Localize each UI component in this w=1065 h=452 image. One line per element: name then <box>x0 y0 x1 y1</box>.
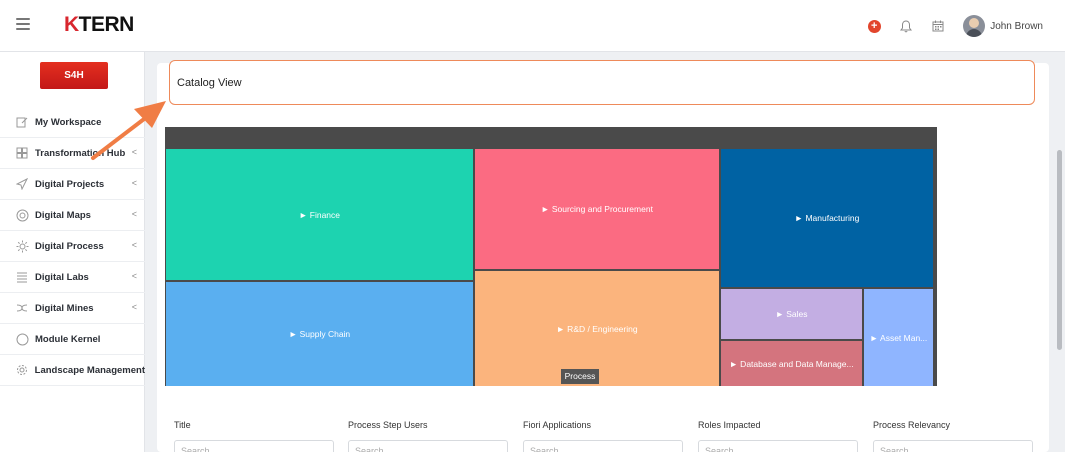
menu-icon[interactable] <box>16 18 30 30</box>
filter-fiori-applications: Fiori Applications <box>523 420 683 452</box>
sun-icon <box>15 239 29 253</box>
filter-label: Process Step Users <box>348 420 428 430</box>
sidebar-nav: My Workspace Transformation Hub < Digita… <box>0 107 145 386</box>
process-step-users-search-input[interactable] <box>348 440 508 452</box>
filter-process-step-users: Process Step Users <box>348 420 508 452</box>
page-title: Catalog View <box>177 77 242 89</box>
tile-supply-chain[interactable]: ► Supply Chain <box>166 282 473 386</box>
sidebar-item-label: Digital Mines <box>35 302 94 314</box>
tile-label: ► Asset Man... <box>869 332 928 343</box>
edit-icon <box>15 115 29 129</box>
sidebar-item-digital-maps[interactable]: Digital Maps < <box>0 200 145 231</box>
tile-label: ► Manufacturing <box>794 213 860 223</box>
add-icon[interactable]: + <box>863 15 885 37</box>
filter-label: Fiori Applications <box>523 420 592 430</box>
sidebar-item-transformation-hub[interactable]: Transformation Hub < <box>0 138 145 169</box>
ktern-logo[interactable]: KTERN <box>64 13 134 37</box>
chevron-left-icon: < <box>131 240 137 250</box>
sidebar-item-digital-mines[interactable]: Digital Mines < <box>0 293 145 324</box>
fiori-applications-search-input[interactable] <box>523 440 683 452</box>
avatar[interactable] <box>963 15 986 37</box>
sidebar-item-landscape-management[interactable]: Landscape Management <box>0 355 145 386</box>
sidebar-item-label: Digital Labs <box>35 271 89 283</box>
sidebar-item-label: Landscape Management <box>34 364 145 376</box>
roles-impacted-search-input[interactable] <box>698 440 858 452</box>
chevron-left-icon: < <box>131 147 137 157</box>
tile-label: ► Database and Data Manage... <box>729 358 854 369</box>
send-icon <box>15 177 29 191</box>
sidebar-item-my-workspace[interactable]: My Workspace <box>0 107 145 138</box>
filter-roles-impacted: Roles Impacted <box>698 420 858 452</box>
compass-icon <box>15 208 29 222</box>
sidebar-item-module-kernel[interactable]: Module Kernel <box>0 324 145 355</box>
chevron-left-icon: < <box>131 209 137 219</box>
grid-icon <box>15 146 29 160</box>
sidebar-item-label: My Workspace <box>35 116 102 128</box>
bell-icon[interactable] <box>895 15 917 37</box>
circle-icon <box>15 332 29 346</box>
user-name[interactable]: John Brown <box>990 21 1043 32</box>
sidebar-item-digital-projects[interactable]: Digital Projects < <box>0 169 145 200</box>
filter-process-relevancy: Process Relevancy <box>873 420 1033 452</box>
sidebar-item-digital-process[interactable]: Digital Process < <box>0 231 145 262</box>
tile-label: ► Sourcing and Procurement <box>541 204 653 214</box>
gear-icon <box>15 363 29 377</box>
shuffle-icon <box>15 301 29 315</box>
vertical-scrollbar[interactable] <box>1057 150 1062 350</box>
list-icon <box>15 270 29 284</box>
tile-label: ► R&D / Engineering <box>556 323 638 334</box>
tile-label: ► Sales <box>775 309 808 319</box>
tile-label: ► Supply Chain <box>288 329 351 339</box>
page-title-box: Catalog View <box>169 60 1035 105</box>
sidebar-item-label: Module Kernel <box>35 333 101 345</box>
sidebar-item-label: Digital Process <box>35 240 104 252</box>
tile-database-data-management[interactable]: ► Database and Data Manage... <box>721 341 862 386</box>
tile-sourcing-procurement[interactable]: ► Sourcing and Procurement <box>475 149 719 269</box>
project-badge[interactable]: S4H <box>40 62 108 89</box>
chevron-left-icon: < <box>131 302 137 312</box>
sidebar: S4H My Workspace Transformation Hub < Di… <box>0 52 145 452</box>
sidebar-item-label: Transformation Hub <box>35 147 126 159</box>
process-treemap: ► Finance ► Supply Chain ► Sourcing and … <box>165 127 937 386</box>
filter-title: Title <box>174 420 334 452</box>
sidebar-item-label: Digital Maps <box>35 209 91 221</box>
sidebar-item-digital-labs[interactable]: Digital Labs < <box>0 262 145 293</box>
tile-finance[interactable]: ► Finance <box>166 149 473 280</box>
tile-sales[interactable]: ► Sales <box>721 289 862 339</box>
tile-manufacturing[interactable]: ► Manufacturing <box>721 149 933 287</box>
filter-label: Process Relevancy <box>873 420 951 430</box>
chevron-left-icon: < <box>131 271 137 281</box>
tile-asset-management[interactable]: ► Asset Man... <box>864 289 933 386</box>
calendar-icon[interactable] <box>927 15 949 37</box>
process-relevancy-search-input[interactable] <box>873 440 1033 452</box>
sidebar-item-label: Digital Projects <box>35 178 105 190</box>
top-bar: KTERN + John Brown <box>0 0 1065 52</box>
filter-label: Roles Impacted <box>698 420 761 430</box>
filter-label: Title <box>174 420 191 430</box>
chevron-left-icon: < <box>131 178 137 188</box>
title-search-input[interactable] <box>174 440 334 452</box>
tile-label: ► Finance <box>298 209 340 220</box>
treemap-tooltip: Process <box>561 369 599 384</box>
